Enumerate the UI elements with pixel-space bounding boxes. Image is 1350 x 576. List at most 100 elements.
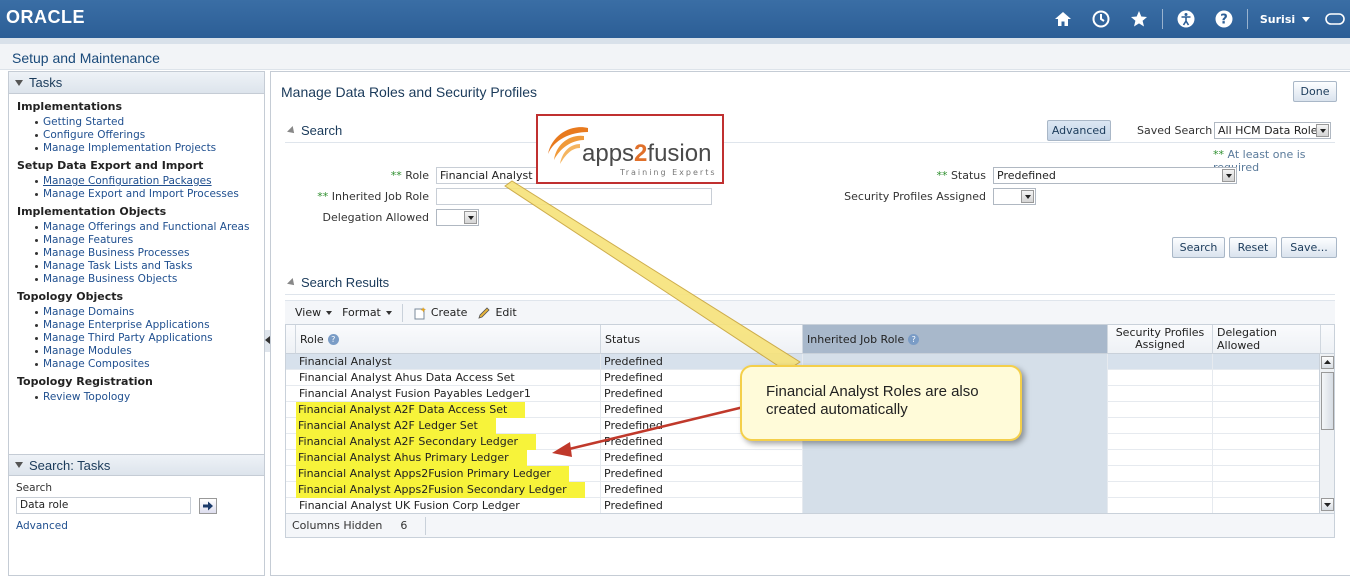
reset-button[interactable]: Reset [1229,237,1277,258]
signout-icon[interactable] [1324,8,1346,30]
task-link-getting-started[interactable]: Getting Started [35,116,256,129]
task-link-manage-enterprise-apps[interactable]: Manage Enterprise Applications [35,319,256,332]
task-link-manage-domains[interactable]: Manage Domains [35,306,256,319]
cell-role: Financial Analyst UK Fusion Corp Ledger [296,498,601,513]
recent-icon[interactable] [1090,8,1112,30]
collapse-icon[interactable] [15,462,23,468]
search-go-button[interactable] [199,497,217,514]
search-results-header[interactable]: Search Results [287,275,389,290]
section-divider [285,294,1335,295]
columns-hidden-count[interactable]: 6 [400,519,407,532]
favorites-star-icon[interactable] [1128,8,1150,30]
task-link-manage-business-processes[interactable]: Manage Business Processes [35,247,256,260]
saved-search-label: Saved Search [1137,124,1213,137]
task-group-title: Implementations [17,100,123,113]
column-header-inherited-job-role[interactable]: Inherited Job Role? [803,325,1108,354]
advanced-search-button[interactable]: Advanced [1047,120,1111,141]
user-menu[interactable]: Surisi [1260,13,1310,26]
inherited-job-role-input[interactable] [436,188,712,205]
cell-delegation-allowed [1213,418,1321,434]
cell-delegation-allowed [1213,434,1321,450]
required-star: ** [1213,148,1224,161]
column-header-label: Role [300,332,324,346]
table-footer: Columns Hidden 6 [285,514,1335,538]
column-header-delegation-allowed[interactable]: Delegation Allowed [1213,325,1321,354]
collapse-icon[interactable] [15,79,23,86]
format-menu[interactable]: Format [342,306,392,319]
search-button[interactable]: Search [1172,237,1225,258]
task-link-manage-export-import[interactable]: Manage Export and Import Processes [35,188,256,201]
column-header-status[interactable]: Status [601,325,803,354]
scroll-down-button[interactable] [1321,498,1334,511]
saved-search-select[interactable]: All HCM Data Roles [1214,122,1331,139]
vertical-scrollbar[interactable] [1319,354,1334,513]
required-star: ** [317,190,329,203]
cell-delegation-allowed [1213,450,1321,466]
cell-role: Financial Analyst A2F Secondary Ledger [296,434,601,450]
search-tasks-header[interactable]: Search: Tasks [9,454,264,476]
create-button[interactable]: Create [413,306,467,320]
scroll-up-button[interactable] [1321,356,1334,369]
task-link-manage-third-party-apps[interactable]: Manage Third Party Applications [35,332,256,345]
search-tasks-input[interactable]: Data role [16,497,191,514]
save-search-button[interactable]: Save... [1281,237,1337,258]
column-header-security-profiles[interactable]: Security Profiles Assigned [1108,325,1213,354]
column-header-filler [1321,325,1334,354]
table-row[interactable]: Financial Analyst Apps2Fusion Secondary … [286,482,1321,498]
cell-status: Predefined [601,482,803,498]
cell-role: Financial Analyst Apps2Fusion Primary Le… [296,466,601,482]
task-link-manage-business-objects[interactable]: Manage Business Objects [35,273,256,286]
highlighted-role-text: Financial Analyst A2F Ledger Set [296,418,496,434]
cell-role: Financial Analyst Ahus Primary Ledger [296,450,601,466]
tasks-panel-header[interactable]: Tasks [9,72,264,94]
column-header-role[interactable]: Role? [296,325,601,354]
security-profiles-assigned-select[interactable] [993,188,1036,205]
tasks-panel-title: Tasks [29,75,63,90]
svg-text:?: ? [1220,13,1228,28]
disclosure-icon[interactable] [287,125,297,136]
task-link-manage-task-lists[interactable]: Manage Task Lists and Tasks [35,260,256,273]
task-link-offerings-functional-areas[interactable]: Manage Offerings and Functional Areas [35,221,256,234]
help-icon[interactable]: ? [1213,8,1235,30]
delegation-allowed-label: Delegation Allowed [322,211,429,224]
task-group-title: Implementation Objects [17,205,167,218]
edit-button[interactable]: Edit [477,306,517,320]
toolbar-separator [401,303,403,322]
cell-security-profiles [1108,466,1213,482]
highlighted-role-text: Financial Analyst A2F Secondary Ledger [296,434,537,450]
table-row[interactable]: Financial Analyst UK Fusion Corp Ledger P… [286,498,1321,513]
search-section-header[interactable]: Search [287,123,342,138]
disclosure-icon[interactable] [287,277,297,288]
task-link-configure-offerings[interactable]: Configure Offerings [35,129,256,142]
chevron-down-icon [326,310,333,315]
task-link-manage-composites[interactable]: Manage Composites [35,358,256,371]
role-input[interactable]: Financial Analyst [436,167,548,184]
column-header-label: Delegation Allowed [1217,326,1277,352]
edit-button-label: Edit [495,306,517,319]
task-link-manage-configuration-packages[interactable]: Manage Configuration Packages [35,175,256,188]
columns-hidden-label: Columns Hidden [292,519,383,532]
help-icon[interactable]: ? [908,333,920,345]
task-link-manage-implementation-projects[interactable]: Manage Implementation Projects [35,142,256,155]
section-divider [285,142,1335,143]
table-row[interactable]: Financial Analyst Ahus Primary Ledger Pre… [286,450,1321,466]
home-icon[interactable] [1052,8,1074,30]
status-label-text: Status [950,169,986,182]
task-link-review-topology[interactable]: Review Topology [35,391,256,404]
highlighted-role-text: Financial Analyst Apps2Fusion Primary Le… [296,466,569,482]
help-icon[interactable]: ? [327,333,339,345]
task-link-manage-features[interactable]: Manage Features [35,234,256,247]
accessibility-icon[interactable] [1175,8,1197,30]
cell-security-profiles [1108,402,1213,418]
delegation-allowed-select[interactable] [436,209,479,226]
chevron-down-icon [1302,17,1310,22]
task-link-manage-modules[interactable]: Manage Modules [35,345,256,358]
search-tasks-advanced-link[interactable]: Advanced [16,520,257,532]
page-title-bar [0,44,1350,70]
scroll-thumb[interactable] [1321,372,1334,430]
status-select[interactable]: Predefined [993,167,1237,184]
table-row[interactable]: Financial Analyst Apps2Fusion Primary Le… [286,466,1321,482]
view-menu[interactable]: View [295,306,333,319]
highlighted-role-text: Financial Analyst Ahus Primary Ledger [296,450,527,466]
done-button[interactable]: Done [1293,81,1337,102]
